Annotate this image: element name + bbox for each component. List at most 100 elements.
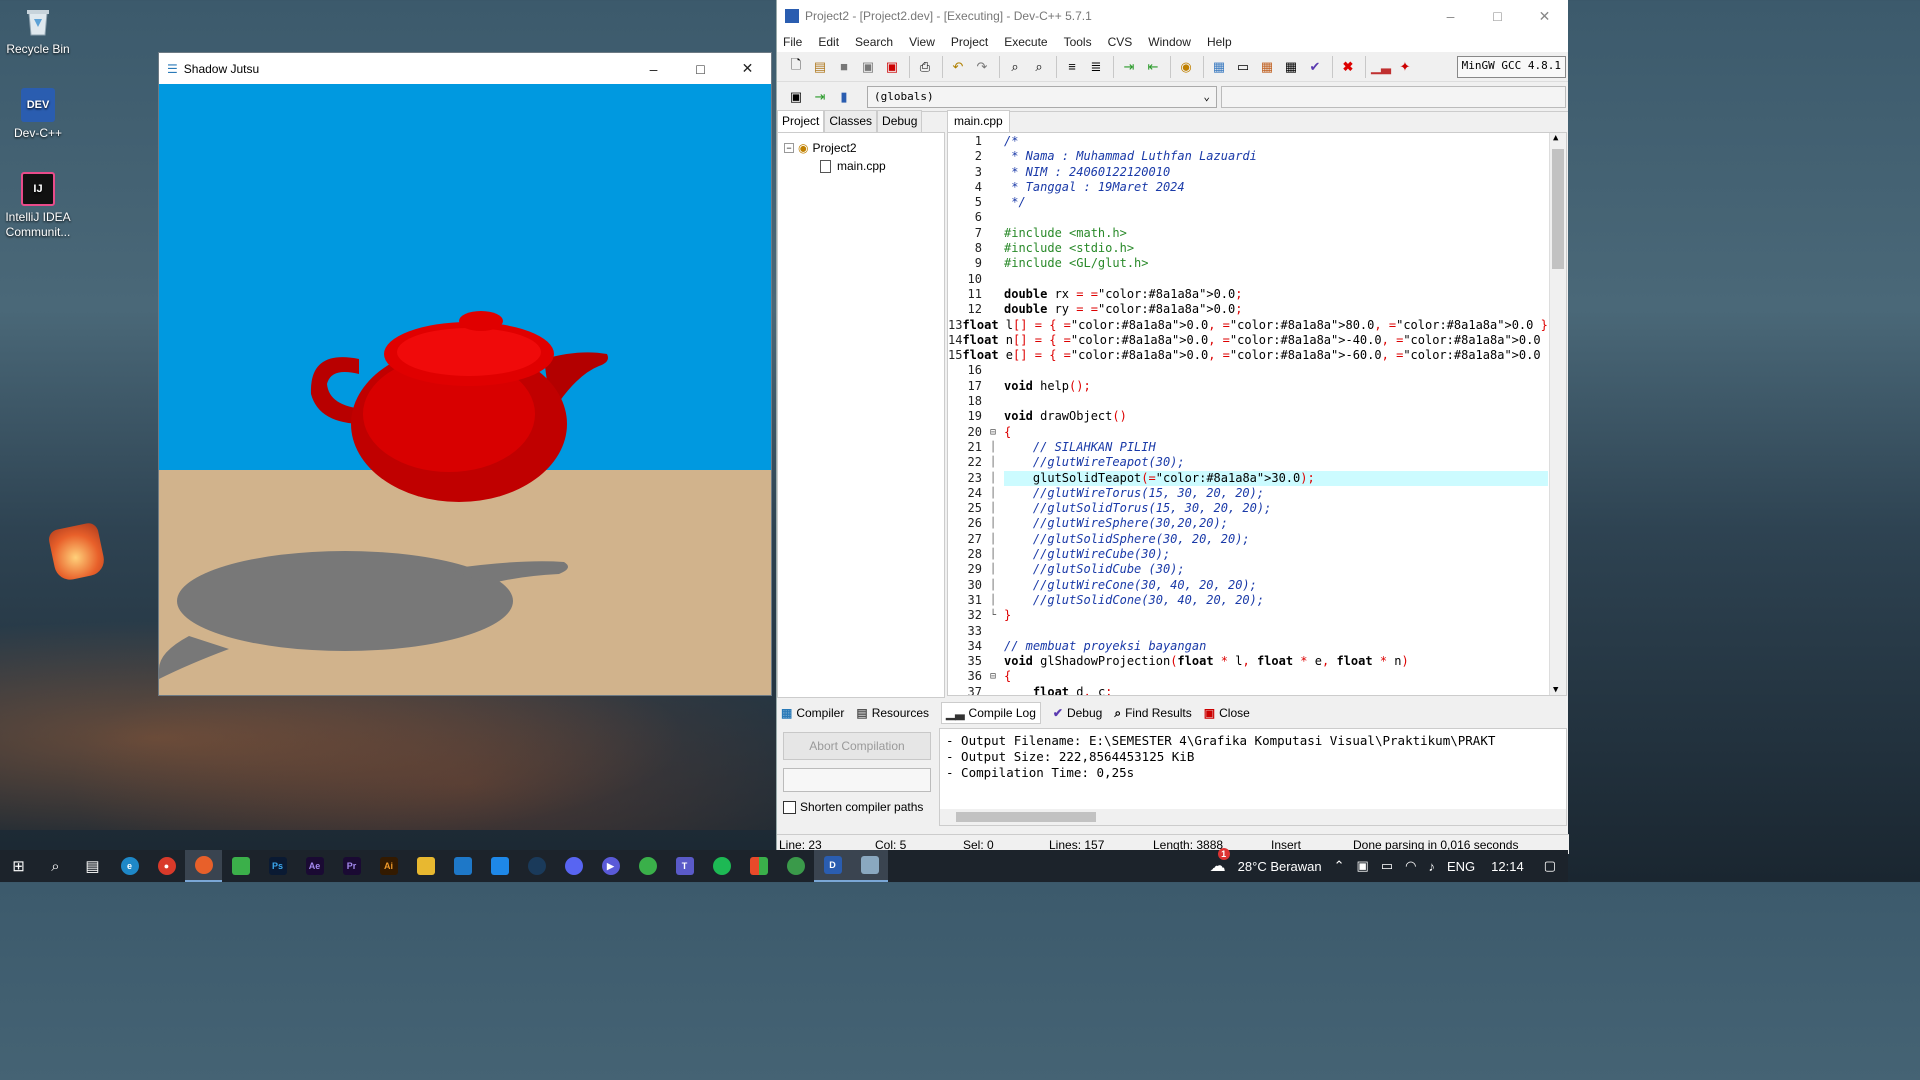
taskbar-edge[interactable]: e [111,850,148,882]
taskbar-mail[interactable] [444,850,481,882]
code-line[interactable]: 11 double rx = ="color:#8a1a8a">0.0; [948,287,1548,302]
code-line[interactable]: 17 void help(); [948,379,1548,394]
code-line[interactable]: 32 └} [948,608,1548,623]
taskbar-steam[interactable] [518,850,555,882]
print-icon[interactable]: ⎙ [914,56,936,78]
tab-find-results[interactable]: ⌕ Find Results [1114,706,1191,721]
weather-text[interactable]: 28°C Berawan [1238,859,1322,874]
new-class-icon[interactable]: ▣ [785,86,807,108]
run-icon[interactable]: ▭ [1232,56,1254,78]
tab-close[interactable]: ▣ Close [1204,706,1250,720]
tab-resources[interactable]: ▤ Resources [856,706,929,720]
code-line[interactable]: 15 float e[] = { ="color:#8a1a8a">0.0, ="… [948,348,1562,363]
find-icon[interactable]: ⌕ [1004,56,1026,78]
wifi-icon[interactable]: ◠ [1405,858,1416,874]
code-line[interactable]: 7 #include <math.h> [948,226,1548,241]
code-line[interactable]: 22 │ //glutWireTeapot(30); [948,455,1548,470]
tab-debug[interactable]: Debug [877,110,923,132]
indent-icon[interactable]: ≡ [1061,56,1083,78]
menu-window[interactable]: Window [1146,35,1199,49]
rebuild-icon[interactable]: ▦ [1280,56,1302,78]
tree-item-file[interactable]: main.cpp [784,157,938,175]
code-line[interactable]: 20 ⊟{ [948,425,1548,440]
battery-icon[interactable]: ▭ [1381,858,1393,874]
compiler-select[interactable]: MinGW GCC 4.8.1 [1456,55,1566,78]
scroll-thumb[interactable] [956,812,1096,822]
menu-tools[interactable]: Tools [1062,35,1100,49]
opengl-canvas[interactable] [159,84,771,695]
tab-compile-log[interactable]: ▁▃ Compile Log [941,702,1041,724]
syntax-check-icon[interactable]: ✔ [1304,56,1326,78]
task-view-button[interactable]: ▤ [74,850,111,882]
shadow-jutsu-window[interactable]: ☰ Shadow Jutsu – □ ✕ [158,52,772,696]
menu-search[interactable]: Search [853,35,901,49]
code-line[interactable]: 27 │ //glutSolidSphere(30, 20, 20); [948,532,1548,547]
code-line[interactable]: 31 │ //glutSolidCone(30, 40, 20, 20); [948,593,1548,608]
code-line[interactable]: 4 * Tanggal : 19Maret 2024 [948,180,1548,195]
shorten-paths-checkbox[interactable]: Shorten compiler paths [783,800,931,814]
project-options-icon[interactable]: ◉ [1175,56,1197,78]
taskbar-app-play[interactable]: ▶ [592,850,629,882]
code-line[interactable]: 35 void glShadowProjection(float * l, flo… [948,654,1548,669]
code-line[interactable]: 25 │ //glutSolidTorus(15, 30, 20, 20); [948,501,1548,516]
tab-main-cpp[interactable]: main.cpp [947,110,1010,132]
taskbar-discord[interactable] [555,850,592,882]
code-line[interactable]: 2 * Nama : Muhammad Luthfan Lazuardi [948,149,1548,164]
code-line[interactable]: 12 double ry = ="color:#8a1a8a">0.0; [948,302,1548,317]
taskbar-after-effects[interactable]: Ae [296,850,333,882]
scroll-up-icon[interactable]: ▲ [1553,133,1558,143]
code-line[interactable]: 18 [948,394,1548,409]
unindent-icon[interactable]: ≣ [1085,56,1107,78]
checkbox-box[interactable] [783,800,796,814]
log-hscrollbar[interactable] [940,809,1566,825]
bookmark-icon[interactable]: ▮ [833,86,855,108]
menu-project[interactable]: Project [949,35,996,49]
notifications-icon[interactable]: ▢ [1544,858,1556,874]
gl-window-titlebar[interactable]: ☰ Shadow Jutsu – □ ✕ [159,53,771,84]
editor-scrollbar[interactable]: ▲ ▼ [1549,133,1566,695]
compile-run-icon[interactable]: ▦ [1256,56,1278,78]
fold-icon[interactable]: ⊟ [982,425,1004,440]
menu-execute[interactable]: Execute [1002,35,1055,49]
code-line[interactable]: 8 #include <stdio.h> [948,241,1548,256]
code-line[interactable]: 6 [948,210,1548,225]
taskbar-illustrator[interactable]: Ai [370,850,407,882]
taskbar-shadow-jutsu[interactable] [851,850,888,882]
close-button[interactable]: ✕ [1521,0,1568,32]
code-line[interactable]: 36 ⊟{ [948,669,1548,684]
taskbar-app-lime[interactable] [629,850,666,882]
network-monitor-icon[interactable]: ▣ [1357,858,1369,874]
code-line[interactable]: 14 float n[] = { ="color:#8a1a8a">0.0, ="… [948,333,1562,348]
code-line[interactable]: 21 │ // SILAHKAN PILIH [948,440,1548,455]
profile-icon[interactable]: ▁▃ [1370,56,1392,78]
tab-project[interactable]: Project [777,110,825,132]
tab-classes[interactable]: Classes [824,110,878,132]
taskbar-app-green[interactable] [222,850,259,882]
weather-icon[interactable]: ☁ 1 [1210,848,1230,876]
close-file-icon[interactable]: ▣ [881,56,903,78]
code-line[interactable]: 24 │ //glutWireTorus(15, 30, 20, 20); [948,486,1548,501]
compile-icon[interactable]: ▦ [1208,56,1230,78]
save-icon[interactable]: ■ [833,56,855,78]
start-button[interactable]: ⊞ [0,850,37,882]
undo-icon[interactable]: ↶ [947,56,969,78]
menu-help[interactable]: Help [1205,35,1240,49]
devcpp-window[interactable]: Project2 - [Project2.dev] - [Executing] … [776,0,1569,854]
minimize-button[interactable]: – [1427,0,1474,32]
code-line[interactable]: 28 │ //glutWireCube(30); [948,547,1548,562]
code-editor[interactable]: 1/* 2 * Nama : Muhammad Luthfan Lazuardi 3… [947,132,1567,696]
taskbar-vscode[interactable] [481,850,518,882]
code-line[interactable]: 30 │ //glutWireCone(30, 40, 20, 20); [948,578,1548,593]
maximize-button[interactable]: □ [677,53,724,84]
fold-icon[interactable]: ⊟ [982,669,1004,684]
taskbar-premiere[interactable]: Pr [333,850,370,882]
minimize-button[interactable]: – [630,53,677,84]
insert-icon[interactable]: ⇥ [809,86,831,108]
add-to-project-icon[interactable]: ⇥ [1118,56,1140,78]
delete-profile-icon[interactable]: ✦ [1394,56,1416,78]
code-line[interactable]: 37 float d, c; [948,685,1548,695]
tab-compiler[interactable]: ▦ Compiler [781,706,844,720]
scroll-thumb[interactable] [1552,149,1564,269]
redo-icon[interactable]: ↷ [971,56,993,78]
tab-debug-bottom[interactable]: ✔ Debug [1053,706,1102,720]
